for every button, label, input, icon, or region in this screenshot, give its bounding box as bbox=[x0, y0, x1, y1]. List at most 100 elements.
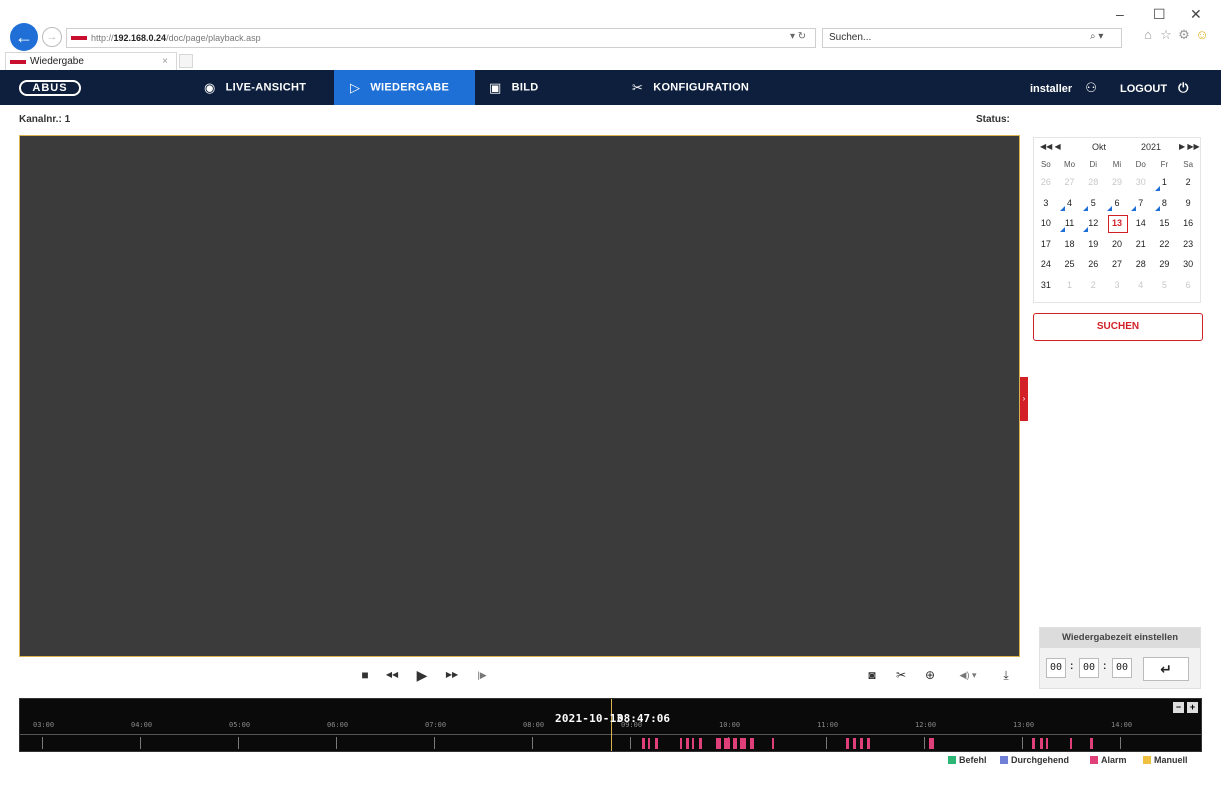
calendar-day[interactable]: 3 bbox=[1105, 275, 1129, 296]
stop-icon[interactable]: ■ bbox=[357, 668, 373, 682]
calendar-day[interactable]: 6 bbox=[1176, 275, 1200, 296]
alarm-recording-segment[interactable] bbox=[724, 738, 730, 749]
calendar-day[interactable]: 30 bbox=[1176, 254, 1200, 275]
alarm-recording-segment[interactable] bbox=[1040, 738, 1043, 749]
volume-icon[interactable]: ◀) ▾ bbox=[952, 668, 984, 682]
timeline-cursor[interactable] bbox=[611, 699, 612, 751]
alarm-recording-segment[interactable] bbox=[716, 738, 721, 749]
alarm-recording-segment[interactable] bbox=[686, 738, 689, 749]
calendar-day[interactable]: 16 bbox=[1176, 213, 1200, 234]
rewind-icon[interactable]: ◀◀ bbox=[384, 668, 400, 682]
calendar-day[interactable]: 15 bbox=[1153, 213, 1177, 234]
alarm-recording-segment[interactable] bbox=[740, 738, 746, 749]
search-button[interactable]: SUCHEN bbox=[1033, 313, 1203, 341]
favorites-star-icon[interactable]: ☆ bbox=[1158, 27, 1174, 43]
alarm-recording-segment[interactable] bbox=[860, 738, 863, 749]
search-icon[interactable]: ⌕ ▾ bbox=[1090, 31, 1103, 42]
alarm-recording-segment[interactable] bbox=[853, 738, 856, 749]
calendar-day[interactable]: 12 bbox=[1081, 213, 1105, 234]
back-arrow-icon[interactable]: ← bbox=[10, 23, 38, 51]
alarm-recording-segment[interactable] bbox=[1046, 738, 1048, 749]
calendar-day[interactable]: 2 bbox=[1176, 172, 1200, 193]
calendar-day[interactable]: 18 bbox=[1058, 234, 1082, 255]
video-player[interactable] bbox=[19, 135, 1020, 657]
nav-wiedergabe[interactable]: ▷ WIEDERGABE bbox=[334, 70, 475, 105]
home-icon[interactable]: ⌂ bbox=[1140, 27, 1156, 43]
alarm-recording-segment[interactable] bbox=[692, 738, 694, 749]
minimize-button[interactable]: – bbox=[1116, 6, 1124, 22]
minute-input[interactable]: 00 bbox=[1079, 658, 1099, 678]
alarm-recording-segment[interactable] bbox=[733, 738, 737, 749]
calendar-prev-icon[interactable]: ◀◀ ◀ bbox=[1040, 142, 1061, 151]
download-icon[interactable]: ⤓ bbox=[998, 668, 1014, 682]
alarm-recording-segment[interactable] bbox=[867, 738, 870, 749]
calendar-day[interactable]: 27 bbox=[1105, 254, 1129, 275]
calendar-day[interactable]: 10 bbox=[1034, 213, 1058, 234]
timeline-zoom-out-button[interactable]: − bbox=[1173, 702, 1184, 713]
alarm-recording-segment[interactable] bbox=[929, 738, 934, 749]
alarm-recording-segment[interactable] bbox=[772, 738, 774, 749]
maximize-button[interactable]: ☐ bbox=[1153, 6, 1166, 23]
nav-konfiguration[interactable]: ✂ KONFIGURATION bbox=[632, 70, 772, 105]
user-menu[interactable]: installer ⚇ bbox=[1030, 70, 1097, 105]
calendar-day[interactable]: 4 bbox=[1129, 275, 1153, 296]
nav-live-ansicht[interactable]: ◉ LIVE-ANSICHT bbox=[204, 70, 324, 105]
alarm-recording-segment[interactable] bbox=[1070, 738, 1072, 749]
calendar-day[interactable]: 26 bbox=[1034, 172, 1058, 193]
calendar-day[interactable]: 19 bbox=[1081, 234, 1105, 255]
timeline-zoom-in-button[interactable]: + bbox=[1187, 702, 1198, 713]
browser-search-input[interactable]: Suchen... bbox=[822, 28, 1122, 48]
calendar-day[interactable]: 28 bbox=[1129, 254, 1153, 275]
calendar-day[interactable]: 28 bbox=[1081, 172, 1105, 193]
calendar-day[interactable]: 29 bbox=[1153, 254, 1177, 275]
calendar-day[interactable]: 14 bbox=[1129, 213, 1153, 234]
calendar-day[interactable]: 22 bbox=[1153, 234, 1177, 255]
calendar-day[interactable]: 30 bbox=[1129, 172, 1153, 193]
calendar-day[interactable]: 8 bbox=[1153, 193, 1177, 214]
snapshot-camera-icon[interactable]: ◙ bbox=[864, 668, 880, 682]
calendar-day[interactable]: 21 bbox=[1129, 234, 1153, 255]
calendar-day[interactable]: 29 bbox=[1105, 172, 1129, 193]
alarm-recording-segment[interactable] bbox=[642, 738, 645, 749]
calendar-day[interactable]: 1 bbox=[1153, 172, 1177, 193]
frame-step-icon[interactable]: |▶ bbox=[474, 668, 490, 682]
calendar-day[interactable]: 17 bbox=[1034, 234, 1058, 255]
calendar-next-icon[interactable]: ▶ ▶▶ bbox=[1179, 142, 1200, 151]
calendar-day[interactable]: 24 bbox=[1034, 254, 1058, 275]
close-window-button[interactable]: ✕ bbox=[1190, 6, 1202, 23]
digital-zoom-icon[interactable]: ⊕ bbox=[922, 668, 938, 682]
alarm-recording-segment[interactable] bbox=[1090, 738, 1093, 749]
calendar-day[interactable]: 6 bbox=[1105, 193, 1129, 214]
calendar-year[interactable]: 2021 bbox=[1141, 142, 1161, 152]
new-tab-button[interactable] bbox=[179, 54, 193, 68]
second-input[interactable]: 00 bbox=[1112, 658, 1132, 678]
calendar-day[interactable]: 1 bbox=[1058, 275, 1082, 296]
hour-input[interactable]: 00 bbox=[1046, 658, 1066, 678]
smiley-feedback-icon[interactable]: ☺ bbox=[1194, 27, 1210, 43]
alarm-recording-segment[interactable] bbox=[846, 738, 849, 749]
panel-collapse-handle[interactable]: › bbox=[1020, 377, 1028, 421]
calendar-day[interactable]: 5 bbox=[1081, 193, 1105, 214]
browser-tab[interactable]: Wiedergabe × bbox=[5, 52, 177, 70]
calendar-day[interactable]: 7 bbox=[1129, 193, 1153, 214]
calendar-day[interactable]: 4 bbox=[1058, 193, 1082, 214]
calendar-day[interactable]: 3 bbox=[1034, 193, 1058, 214]
alarm-recording-segment[interactable] bbox=[655, 738, 658, 749]
address-bar[interactable]: http://192.168.0.24/doc/page/playback.as… bbox=[66, 28, 816, 48]
calendar-day[interactable]: 20 bbox=[1105, 234, 1129, 255]
calendar-day[interactable]: 23 bbox=[1176, 234, 1200, 255]
calendar-day[interactable]: 13 bbox=[1105, 213, 1129, 234]
tab-close-icon[interactable]: × bbox=[162, 53, 168, 70]
clip-scissors-icon[interactable]: ✂ bbox=[893, 668, 909, 682]
forward-arrow-icon[interactable]: → bbox=[42, 27, 62, 47]
apply-time-button[interactable]: ↵ bbox=[1143, 657, 1189, 681]
settings-gear-icon[interactable]: ⚙ bbox=[1176, 27, 1192, 43]
calendar-day[interactable]: 5 bbox=[1153, 275, 1177, 296]
alarm-recording-segment[interactable] bbox=[648, 738, 650, 749]
alarm-recording-segment[interactable] bbox=[699, 738, 702, 749]
calendar-day[interactable]: 2 bbox=[1081, 275, 1105, 296]
fast-forward-icon[interactable]: ▶▶ bbox=[444, 668, 460, 682]
alarm-recording-segment[interactable] bbox=[750, 738, 754, 749]
refresh-icon[interactable]: ▾ ↻ bbox=[790, 31, 806, 42]
calendar-day[interactable]: 26 bbox=[1081, 254, 1105, 275]
